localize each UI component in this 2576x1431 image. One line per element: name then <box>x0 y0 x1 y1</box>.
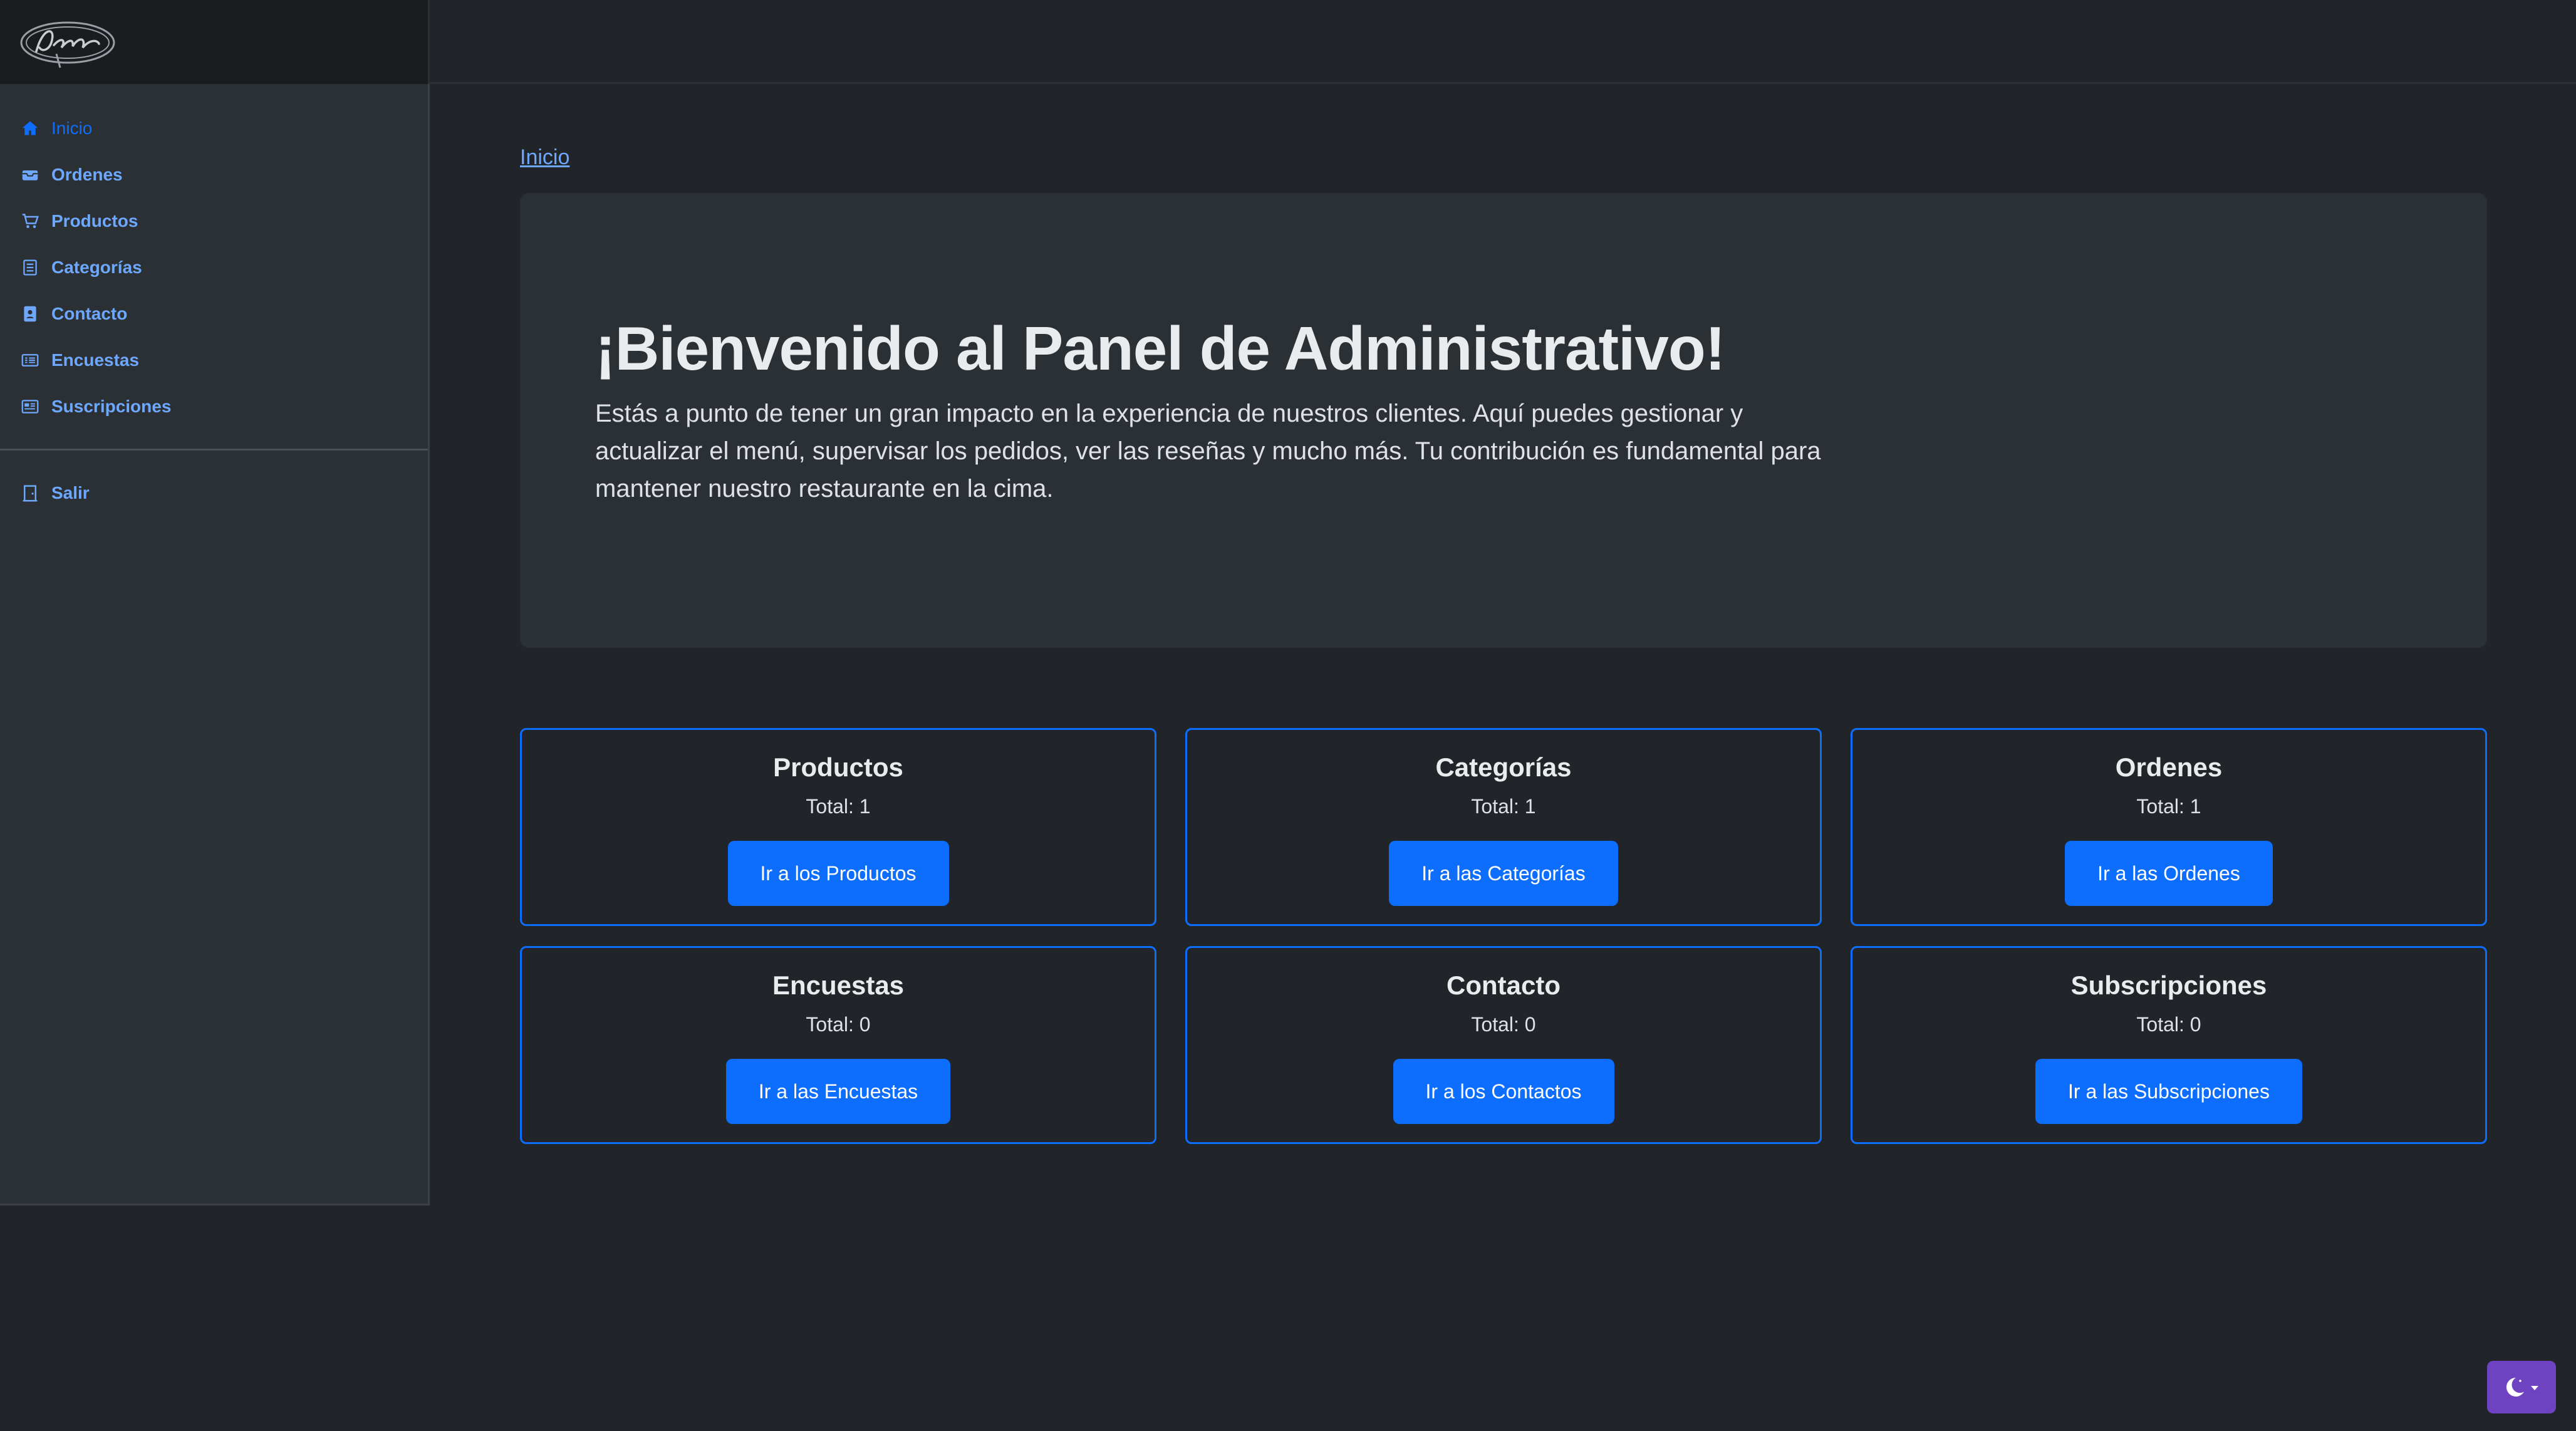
sidebar-item-label: Ordenes <box>51 165 123 184</box>
inbox-icon <box>21 166 39 184</box>
breadcrumb-inicio[interactable]: Inicio <box>520 145 569 170</box>
card-total: Total: 0 <box>2136 1013 2201 1036</box>
sidebar-item-productos[interactable]: Productos <box>0 198 428 244</box>
card-subscripciones: Subscripciones Total: 0 Ir a las Subscri… <box>1851 946 2487 1144</box>
sidebar-item-suscripciones[interactable]: Suscripciones <box>0 383 428 430</box>
card-title: Contacto <box>1446 970 1561 1000</box>
contact-book-icon <box>21 305 39 323</box>
card-total: Total: 1 <box>1471 795 1536 818</box>
go-to-productos-button[interactable]: Ir a los Productos <box>727 841 949 906</box>
sidebar-item-label: Suscripciones <box>51 397 172 416</box>
list-icon <box>21 259 39 276</box>
door-icon <box>21 484 39 502</box>
card-categorias: Categorías Total: 1 Ir a las Categorías <box>1185 728 1822 926</box>
page-title: ¡Bienvenido al Panel de Administrativo! <box>595 314 1725 383</box>
card-encuestas: Encuestas Total: 0 Ir a las Encuestas <box>520 946 1156 1144</box>
theme-toggle-button[interactable] <box>2487 1361 2556 1413</box>
logout-label: Salir <box>51 483 90 502</box>
card-total: Total: 1 <box>806 795 871 818</box>
logout-link[interactable]: Salir <box>0 470 428 516</box>
sidebar-divider <box>0 449 428 450</box>
sidebar-item-inicio[interactable]: Inicio <box>0 105 428 152</box>
welcome-banner: ¡Bienvenido al Panel de Administrativo! … <box>520 193 2487 648</box>
go-to-contactos-button[interactable]: Ir a los Contactos <box>1393 1059 1614 1124</box>
sidebar-item-contacto[interactable]: Contacto <box>0 291 428 337</box>
card-title: Ordenes <box>2115 752 2223 782</box>
go-to-encuestas-button[interactable]: Ir a las Encuestas <box>725 1059 951 1124</box>
restaurant-logo[interactable] <box>18 15 118 70</box>
card-title: Productos <box>773 752 903 782</box>
newspaper-icon <box>21 398 39 415</box>
survey-icon <box>21 351 39 369</box>
sidebar-item-categorias[interactable]: Categorías <box>0 244 428 291</box>
card-contacto: Contacto Total: 0 Ir a los Contactos <box>1185 946 1822 1144</box>
sidebar-item-label: Productos <box>51 211 138 231</box>
sidebar-item-ordenes[interactable]: Ordenes <box>0 152 428 198</box>
card-total: Total: 0 <box>1471 1013 1536 1036</box>
sidebar-item-encuestas[interactable]: Encuestas <box>0 337 428 383</box>
cart-icon <box>21 212 39 230</box>
go-to-categorias-button[interactable]: Ir a las Categorías <box>1389 841 1618 906</box>
summary-cards: Productos Total: 1 Ir a los Productos Ca… <box>520 728 2487 1144</box>
card-productos: Productos Total: 1 Ir a los Productos <box>520 728 1156 926</box>
card-title: Categorías <box>1435 752 1572 782</box>
sidebar: Inicio Ordenes Productos Categorías Cont… <box>0 84 430 1205</box>
sidebar-logout-section: Salir <box>0 470 428 516</box>
go-to-ordenes-button[interactable]: Ir a las Ordenes <box>2065 841 2273 906</box>
sidebar-item-label: Inicio <box>51 118 93 138</box>
card-title: Encuestas <box>772 970 905 1000</box>
sidebar-item-label: Encuestas <box>51 350 140 370</box>
go-to-subscripciones-button[interactable]: Ir a las Subscripciones <box>2035 1059 2302 1124</box>
home-icon <box>21 120 39 137</box>
sidebar-item-label: Contacto <box>51 304 128 323</box>
welcome-text: Estás a punto de tener un gran impacto e… <box>595 400 1821 502</box>
moon-icon <box>2506 1378 2538 1397</box>
sidebar-item-label: Categorías <box>51 258 142 277</box>
card-title: Subscripciones <box>2070 970 2267 1000</box>
card-total: Total: 1 <box>2136 795 2201 818</box>
sidebar-nav: Inicio Ordenes Productos Categorías Cont… <box>0 105 428 430</box>
card-ordenes: Ordenes Total: 1 Ir a las Ordenes <box>1851 728 2487 926</box>
brand-area <box>0 0 430 84</box>
card-total: Total: 0 <box>806 1013 871 1036</box>
